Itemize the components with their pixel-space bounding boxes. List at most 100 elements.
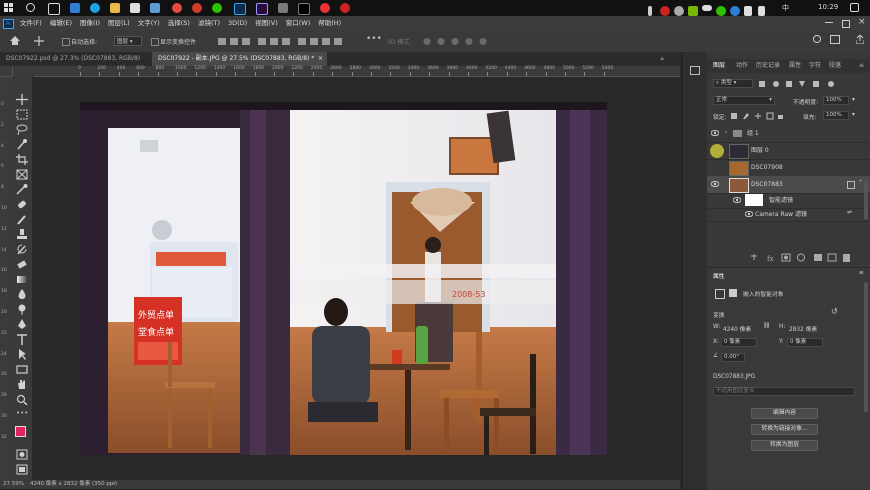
zoom-level[interactable]: 27.59% (3, 480, 24, 489)
layer-comp-dropdown[interactable]: 不适用图层复合 (713, 387, 855, 396)
workspace-icon[interactable] (830, 35, 840, 44)
tab-document-jpg[interactable]: DSC07922 - 副本.JPG @ 27.5% (DSC07883, RGB… (152, 52, 327, 66)
menu-item[interactable]: 图像(I) (76, 16, 104, 30)
cloud-icon[interactable] (702, 5, 712, 11)
bluetooth-icon[interactable] (730, 6, 740, 16)
frame-tool-icon[interactable] (16, 169, 28, 180)
convert-to-linked-button[interactable]: 转换为链接对象... (751, 424, 818, 435)
y-input[interactable]: 0 像素 (787, 338, 823, 347)
navigator-panel-icon[interactable] (690, 66, 700, 75)
volume-icon[interactable] (758, 6, 765, 16)
screen-mode-icon[interactable] (16, 464, 28, 475)
app-icon[interactable] (320, 3, 330, 13)
filter-mask-thumbnail[interactable] (745, 194, 763, 206)
photoshop-icon[interactable] (234, 3, 246, 15)
document-info[interactable]: 4240 像素 x 2832 像素 (350 ppi) (30, 480, 117, 489)
tab-properties[interactable]: 属性 (789, 59, 801, 73)
tab-actions[interactable]: 动作 (736, 59, 748, 73)
smart-filters-row[interactable]: 智能滤镜 (707, 193, 870, 209)
store-icon[interactable] (70, 3, 80, 13)
collapse-panels-icon[interactable]: » (660, 55, 664, 63)
auto-select-checkbox[interactable] (62, 38, 70, 46)
move-tool-icon[interactable] (16, 94, 28, 105)
path-selection-tool-icon[interactable] (16, 349, 28, 360)
blur-tool-icon[interactable] (16, 289, 28, 300)
camera-raw-filter-row[interactable]: Camera Raw 滤镜 ⇌ (707, 208, 870, 222)
edge-icon[interactable] (90, 3, 100, 13)
menu-item[interactable]: 选择(S) (164, 16, 194, 30)
marquee-tool-icon[interactable] (16, 109, 28, 120)
angle-input[interactable]: 0.00° (721, 353, 745, 362)
menu-item[interactable]: 滤镜(T) (194, 16, 224, 30)
chevron-right-icon[interactable]: › (725, 130, 727, 136)
reset-transform-icon[interactable]: ↺ (831, 307, 838, 316)
search-icon[interactable] (26, 3, 35, 12)
edit-contents-button[interactable]: 编辑内容 (751, 408, 818, 419)
tab-paragraph[interactable]: 段落 (829, 59, 841, 73)
history-brush-tool-icon[interactable] (16, 244, 28, 255)
eye-icon[interactable] (711, 181, 719, 187)
quick-select-tool-icon[interactable] (16, 139, 28, 150)
wechat-icon[interactable] (212, 3, 222, 13)
eye-icon[interactable] (745, 211, 753, 217)
properties-scrollbar[interactable] (864, 282, 868, 412)
layer-row-dsc07883[interactable]: DSC07883 ⌃ (707, 176, 870, 194)
home-icon[interactable] (10, 36, 20, 45)
menu-item[interactable]: 图层(L) (104, 16, 134, 30)
tab-history[interactable]: 历史记录 (756, 59, 780, 73)
brush-tool-icon[interactable] (16, 214, 28, 225)
layers-scrollbar[interactable] (864, 180, 868, 220)
tab-layers[interactable]: 图层 (713, 59, 725, 73)
ps-logo-icon[interactable]: Ps (3, 19, 14, 29)
record-icon[interactable] (340, 3, 350, 13)
chevron-down-icon[interactable]: ▾ (852, 97, 855, 103)
tray-icon[interactable] (674, 6, 684, 16)
panel-menu-icon[interactable]: ≡ (859, 59, 864, 73)
dodge-tool-icon[interactable] (16, 304, 28, 315)
window-restore-icon[interactable] (842, 20, 850, 28)
convert-to-layers-button[interactable]: 转换为图层 (751, 440, 818, 451)
tab-character[interactable]: 字符 (809, 59, 821, 73)
width-value[interactable]: 4240 像素 (723, 324, 751, 333)
clone-stamp-tool-icon[interactable] (16, 229, 28, 240)
panel-menu-icon[interactable]: ≡ (859, 270, 864, 276)
task-view-icon[interactable] (48, 3, 60, 15)
link-icon[interactable]: ⛓ (763, 323, 770, 329)
more-tools-icon[interactable]: ••• (16, 409, 28, 420)
zoom-tool-icon[interactable] (16, 394, 28, 406)
chevron-down-icon[interactable]: ▾ (852, 112, 855, 118)
filter-options-icon[interactable]: ⇌ (847, 210, 852, 216)
eye-icon[interactable] (733, 197, 741, 203)
quick-mask-icon[interactable] (16, 449, 28, 460)
tray-icon[interactable] (648, 6, 652, 16)
show-transform-checkbox[interactable] (151, 38, 159, 46)
tray-icon[interactable] (660, 6, 670, 16)
chrome-icon[interactable] (172, 3, 182, 13)
window-close-icon[interactable]: × (858, 17, 866, 27)
app-icon[interactable] (150, 3, 160, 13)
height-value[interactable]: 2832 像素 (789, 324, 817, 333)
menu-item[interactable]: 3D(D) (224, 16, 251, 30)
nvidia-icon[interactable] (688, 6, 698, 16)
canvas-area[interactable]: 外贸点单 堂食点单 2008-53 (12, 76, 680, 480)
share-icon[interactable] (855, 34, 865, 45)
app-icon[interactable] (298, 3, 310, 15)
more-options-icon[interactable]: ••• (366, 34, 382, 44)
close-icon[interactable]: × (318, 52, 323, 66)
menu-item[interactable]: 文件(F) (16, 16, 46, 30)
menu-item[interactable]: 视图(V) (251, 16, 282, 30)
opacity-input[interactable]: 100% (823, 96, 849, 105)
premiere-icon[interactable] (256, 3, 268, 15)
x-input[interactable]: 0 像素 (721, 338, 757, 347)
menu-item[interactable]: 窗口(W) (282, 16, 315, 30)
type-tool-icon[interactable] (16, 334, 28, 345)
tab-document-psd[interactable]: DSC07922.psd @ 27.3% (DSC07883, RGB/8) *… (0, 52, 150, 76)
foreground-color-swatch[interactable] (15, 426, 26, 437)
fill-input[interactable]: 100% (823, 111, 849, 120)
chevron-up-icon[interactable]: ⌃ (858, 180, 863, 186)
app-icon[interactable] (192, 3, 202, 13)
windows-start-icon[interactable] (4, 3, 14, 13)
menu-item[interactable]: 文字(Y) (134, 16, 164, 30)
blend-mode-dropdown[interactable]: 正常 ▾ (713, 96, 775, 105)
layer-row-dsc07908[interactable]: DSC07908 (707, 159, 870, 177)
